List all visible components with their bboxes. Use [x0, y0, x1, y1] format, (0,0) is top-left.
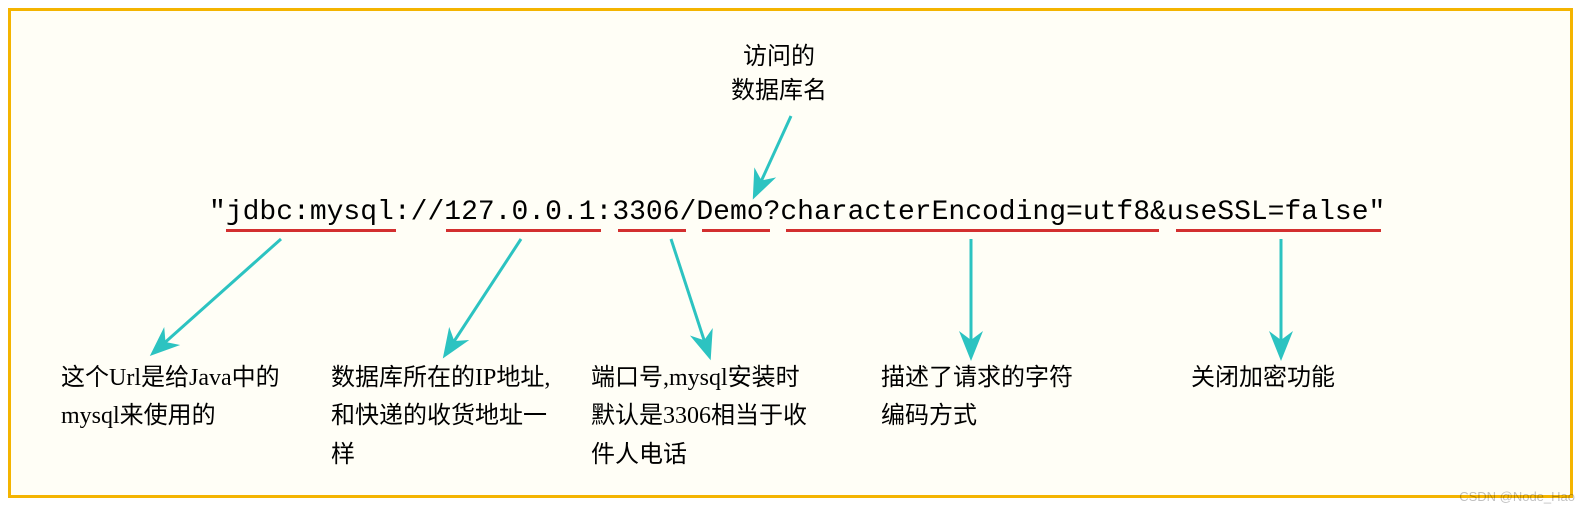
- arrow-db: [759, 116, 791, 186]
- desc-scheme: 这个Url是给Java中的mysql来使用的: [61, 359, 301, 436]
- arrow-scheme: [161, 239, 281, 346]
- desc-encoding: 描述了请求的字符编码方式: [881, 359, 1081, 436]
- watermark: CSDN @Node_Hao: [1459, 489, 1575, 504]
- arrow-host: [451, 239, 521, 346]
- desc-ssl: 关闭加密功能: [1191, 359, 1391, 397]
- desc-port: 端口号,mysql安装时默认是3306相当于收件人电话: [591, 359, 821, 474]
- desc-host: 数据库所在的IP地址,和快递的收货地址一样: [331, 359, 561, 474]
- diagram-frame: 访问的 数据库名 "jdbc:mysql://127.0.0.1:3306/De…: [8, 8, 1573, 498]
- arrow-port: [671, 239, 706, 346]
